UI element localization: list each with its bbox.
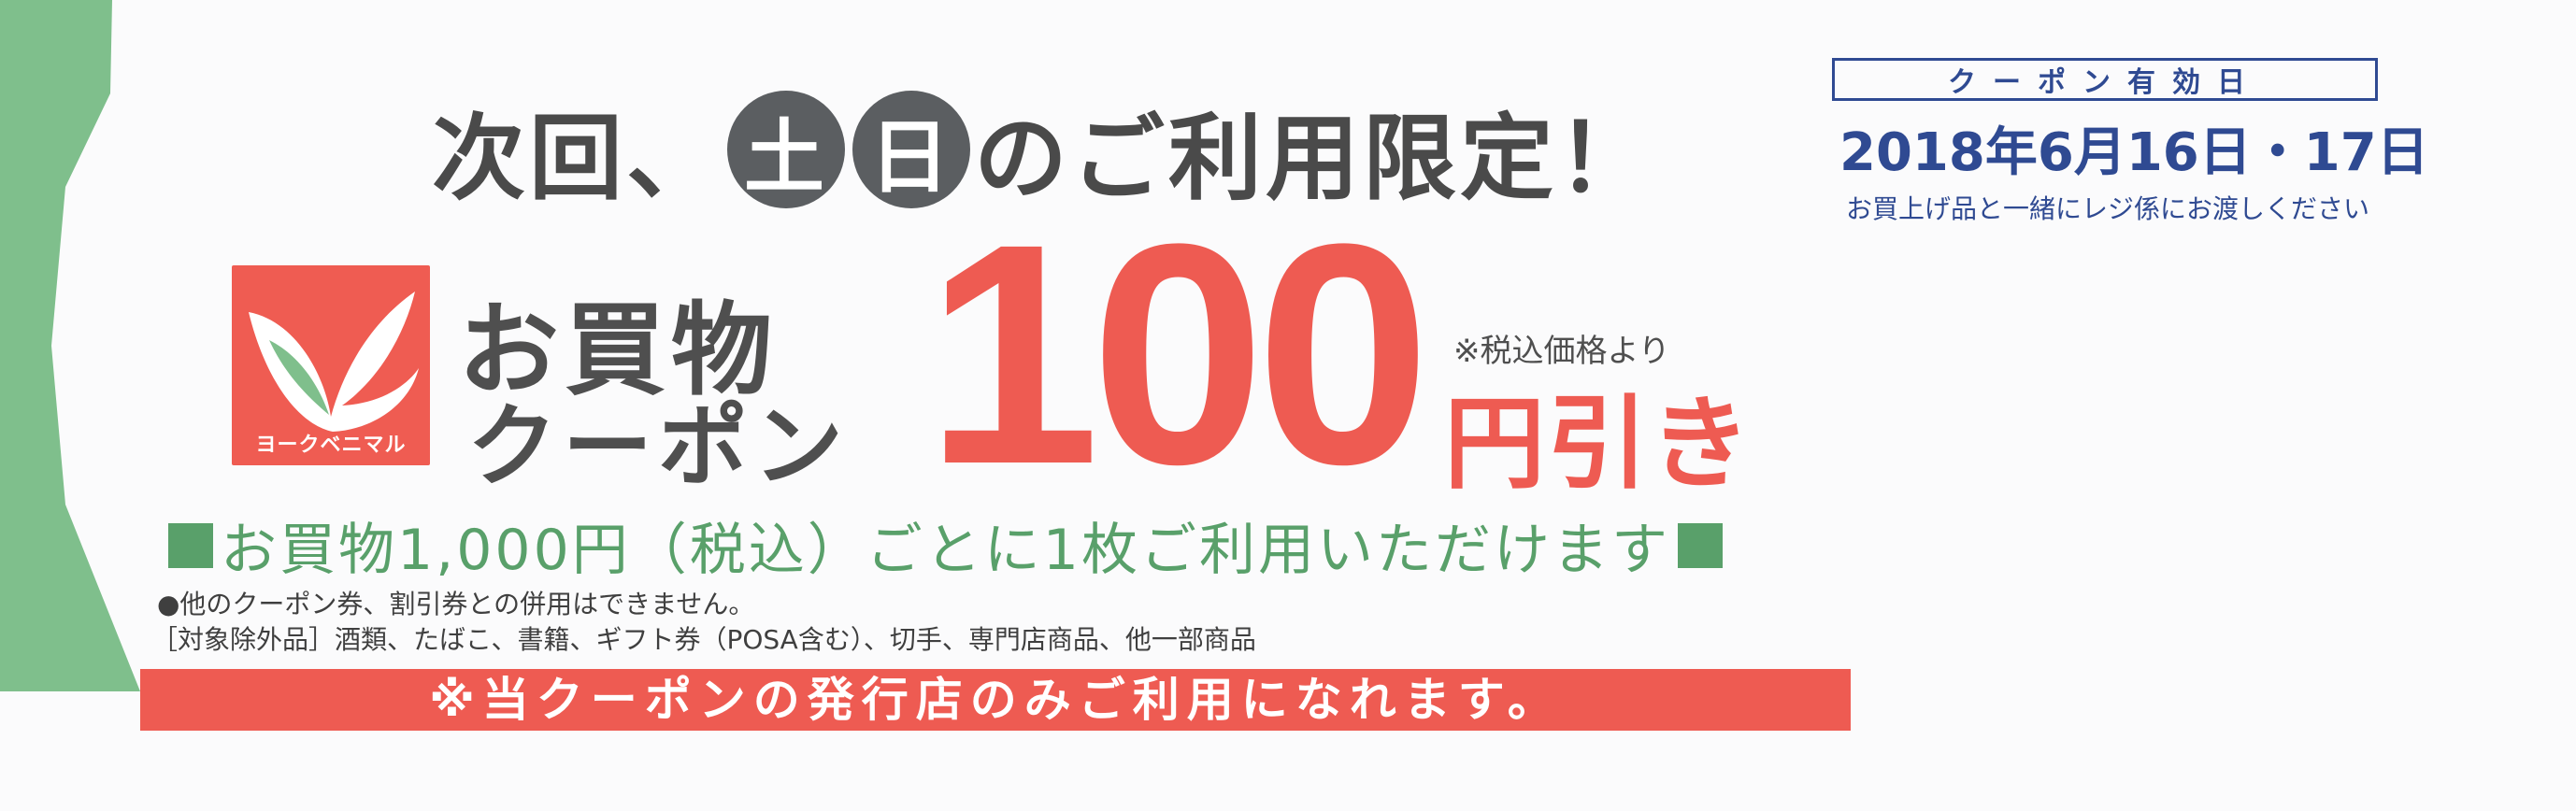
logo-text: ヨークベニマル <box>255 434 407 457</box>
store-limit-text: ※当クーポンの発行店のみご利用になれます。 <box>429 673 1562 727</box>
exclusion-note-1: ●他のクーポン券、割引券との併用はできません。 <box>157 589 755 619</box>
day-badge-saturday: 土 <box>727 91 845 208</box>
discount-amount: 100 <box>925 179 1431 530</box>
discount-label: 円引き <box>1444 386 1753 503</box>
validity-date: 2018年6月16日・17日 <box>1839 122 2429 183</box>
usage-condition: お買物1,000円（税込）ごとに1枚ご利用いただけます <box>161 505 1730 586</box>
square-bullet-icon <box>1677 522 1723 568</box>
brand-title-line2: クーポン <box>467 394 849 499</box>
headline-prefix: 次回、 <box>432 103 723 213</box>
validity-note: お買上げ品と一緒にレジ係にお渡しください <box>1846 193 2370 224</box>
usage-condition-text: お買物1,000円（税込）ごとに1枚ご利用いただけます <box>221 518 1670 583</box>
square-bullet-icon <box>168 522 213 568</box>
store-limit-bar: ※当クーポンの発行店のみご利用になれます。 <box>140 669 1851 731</box>
exclusion-note-2: ［対象除外品］酒類、たばこ、書籍、ギフト券（POSA含む）、切手、専門店商品、他… <box>151 624 1256 655</box>
yorkbenimaru-logo: ヨークベニマル <box>232 265 430 465</box>
validity-label: クーポン有効日 <box>1832 58 2378 101</box>
